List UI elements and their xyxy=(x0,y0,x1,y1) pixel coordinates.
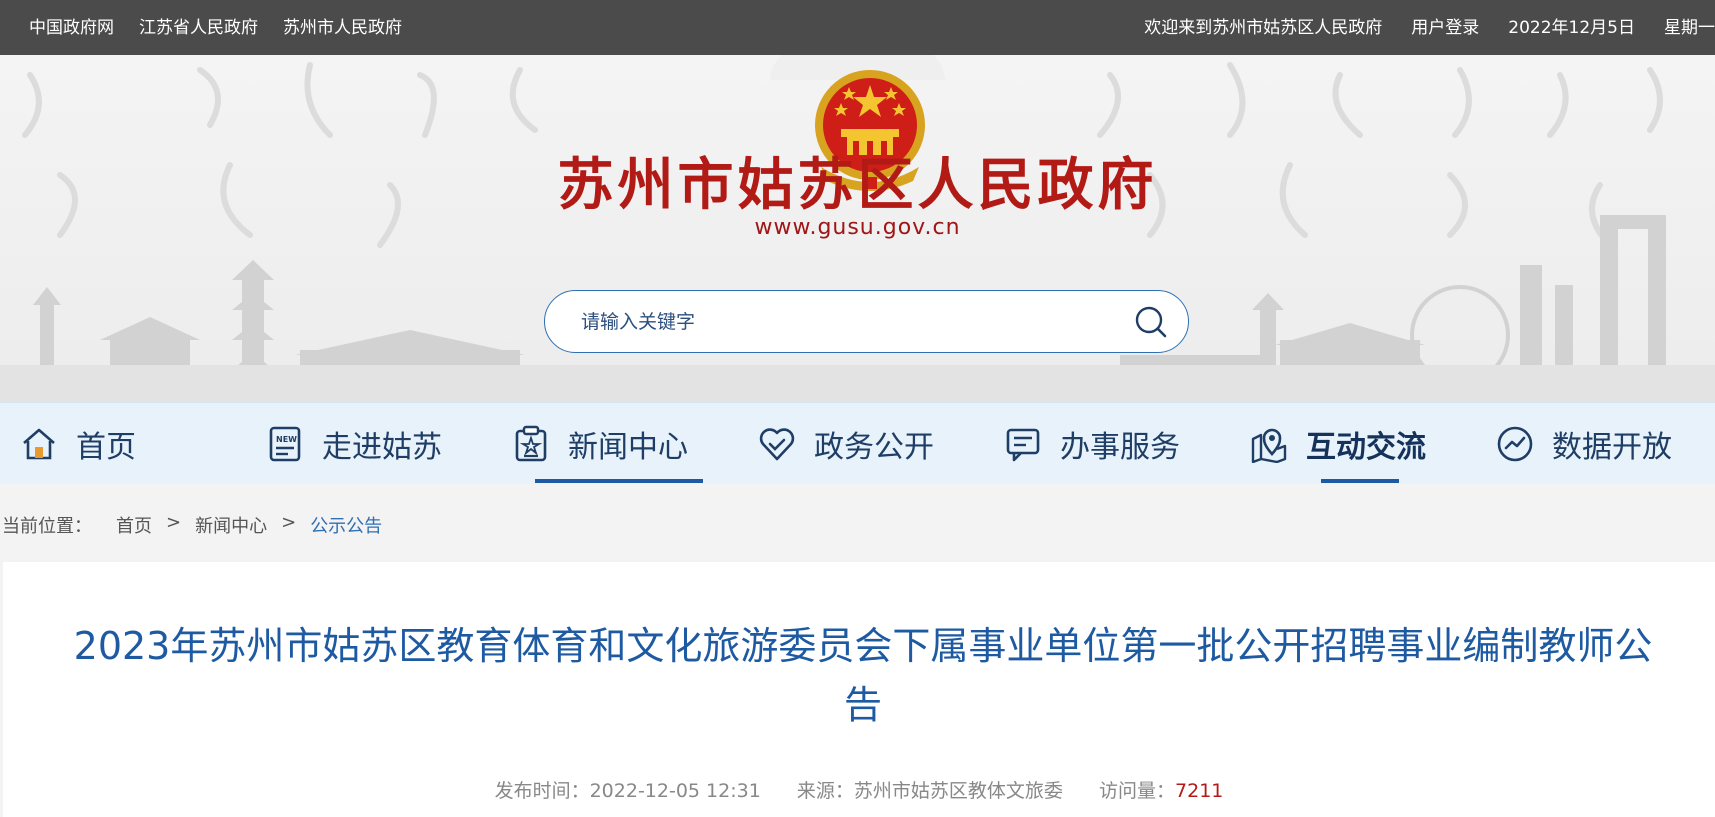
nav-label: 走进姑苏 xyxy=(322,430,442,465)
nav-item-services[interactable]: 办事服务 xyxy=(1004,403,1180,485)
nav-hover-indicator xyxy=(1321,479,1399,483)
link-jiangsu-gov[interactable]: 江苏省人民政府 xyxy=(139,13,258,38)
breadcrumb: 当前位置： 首页 > 新闻中心 > 公示公告 xyxy=(2,512,382,538)
nav-label: 数据开放 xyxy=(1552,430,1672,465)
nav-item-interaction[interactable]: 互动交流 xyxy=(1250,403,1426,485)
clipboard-star-icon xyxy=(515,425,547,462)
login-link[interactable]: 用户登录 xyxy=(1411,13,1479,38)
breadcrumb-prefix: 当前位置： xyxy=(2,516,92,537)
chart-line-icon xyxy=(1497,426,1533,462)
search-box xyxy=(544,290,1189,353)
home-icon xyxy=(23,428,55,460)
search-input[interactable] xyxy=(581,307,1121,337)
nav-label: 首页 xyxy=(76,430,136,465)
top-bar: 中国政府网 江苏省人民政府 苏州市人民政府 欢迎来到苏州市姑苏区人民政府 用户登… xyxy=(0,0,1715,55)
article-card: 2023年苏州市姑苏区教育体育和文化旅游委员会下属事业单位第一批公开招聘事业编制… xyxy=(3,562,1715,817)
breadcrumb-separator: > xyxy=(166,512,182,533)
header-banner: 苏州市姑苏区人民政府 www.gusu.gov.cn xyxy=(0,55,1715,402)
top-bar-right: 欢迎来到苏州市姑苏区人民政府 用户登录 2022年12月5日 星期一 xyxy=(1144,13,1715,38)
main-nav: 首页 NEW 走进姑苏 新闻中心 政务公开 办事服务 互动交流 数据开放 xyxy=(0,402,1715,484)
external-links: 中国政府网 江苏省人民政府 苏州市人民政府 xyxy=(29,13,402,38)
heart-check-icon xyxy=(759,428,795,461)
source-label: 来源： xyxy=(796,780,854,802)
nav-active-indicator xyxy=(535,479,703,483)
site-title: 苏州市姑苏区人民政府 xyxy=(557,152,1158,218)
views-count: 7211 xyxy=(1175,780,1224,802)
news-document-icon: NEW xyxy=(269,426,301,462)
svg-text:NEW: NEW xyxy=(276,435,297,444)
nav-item-home[interactable]: 首页 xyxy=(20,403,136,485)
breadcrumb-news-center[interactable]: 新闻中心 xyxy=(195,512,267,538)
breadcrumb-home[interactable]: 首页 xyxy=(116,512,152,538)
breadcrumb-current[interactable]: 公示公告 xyxy=(310,512,382,538)
nav-label: 办事服务 xyxy=(1060,430,1180,465)
nav-label: 政务公开 xyxy=(814,430,934,465)
date-text: 2022年12月5日 xyxy=(1508,18,1635,38)
site-url: www.gusu.gov.cn xyxy=(754,215,961,240)
publish-time: 2022-12-05 12:31 xyxy=(589,780,761,802)
article-title: 2023年苏州市姑苏区教育体育和文化旅游委员会下属事业单位第一批公开招聘事业编制… xyxy=(73,624,1653,727)
link-suzhou-gov[interactable]: 苏州市人民政府 xyxy=(283,13,402,38)
nav-label: 新闻中心 xyxy=(568,430,688,465)
views-label: 访问量： xyxy=(1099,780,1176,802)
article-meta: 发布时间：2022-12-05 12:31 来源：苏州市姑苏区教体文旅委 访问量… xyxy=(3,776,1715,803)
nav-item-about-gusu[interactable]: NEW 走进姑苏 xyxy=(266,403,442,485)
map-pin-icon xyxy=(1251,428,1287,463)
nav-label: 互动交流 xyxy=(1306,430,1426,465)
source-value: 苏州市姑苏区教体文旅委 xyxy=(853,780,1063,802)
chat-bubble-icon xyxy=(1006,428,1040,462)
weekday-text: 星期一 xyxy=(1664,18,1715,38)
search-icon[interactable] xyxy=(1134,305,1168,339)
welcome-text: 欢迎来到苏州市姑苏区人民政府 xyxy=(1144,18,1383,38)
link-gov-cn[interactable]: 中国政府网 xyxy=(29,13,114,38)
publish-label: 发布时间： xyxy=(494,780,590,802)
nav-item-open-data[interactable]: 数据开放 xyxy=(1496,403,1672,485)
nav-item-government-affairs[interactable]: 政务公开 xyxy=(758,403,934,485)
nav-item-news-center[interactable]: 新闻中心 xyxy=(512,403,688,485)
breadcrumb-separator: > xyxy=(281,512,297,533)
